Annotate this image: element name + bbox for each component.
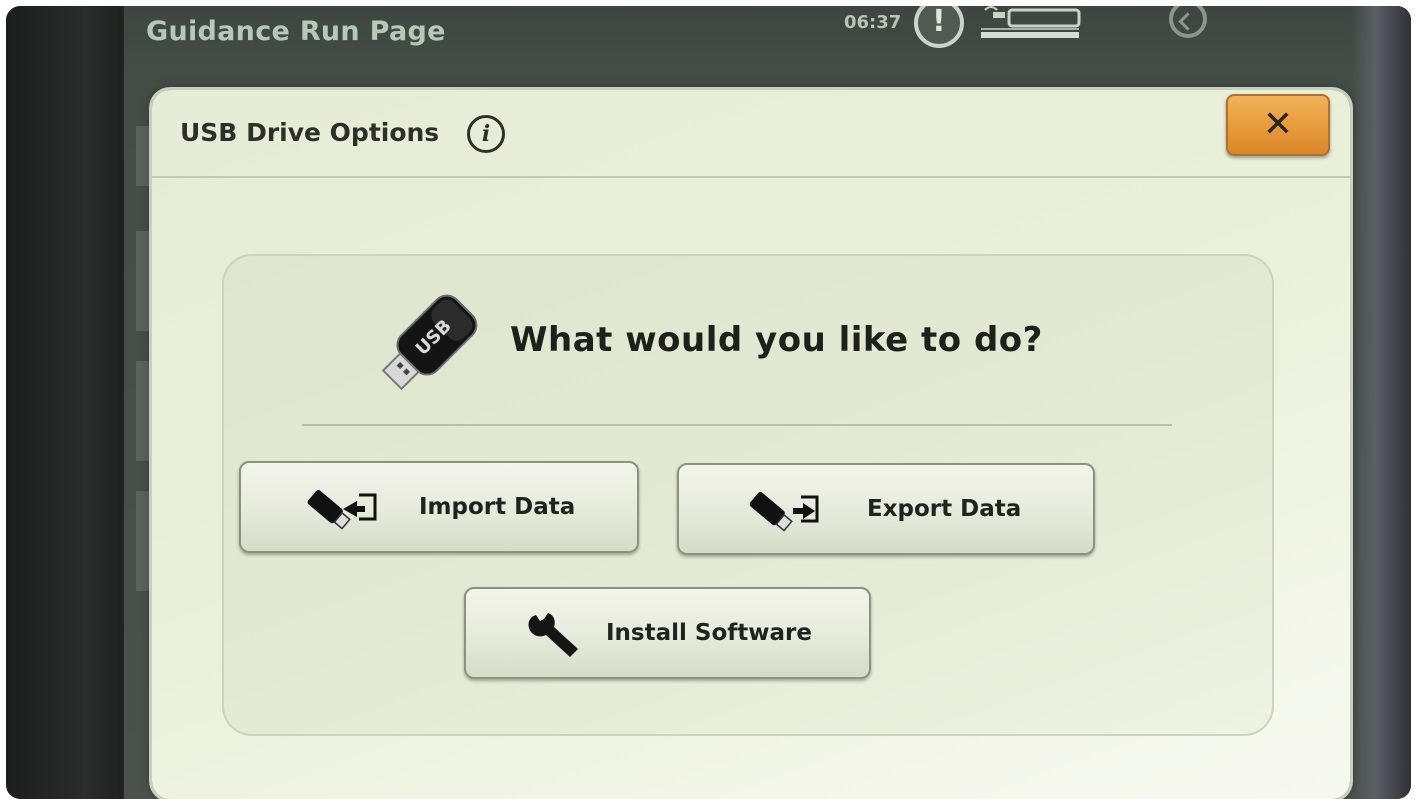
info-icon[interactable]: i: [467, 115, 505, 153]
close-button[interactable]: ✕: [1226, 94, 1330, 156]
install-software-button[interactable]: Install Software: [464, 587, 871, 679]
wrench-icon: [528, 613, 578, 657]
side-tab: [136, 491, 150, 591]
divider: [302, 424, 1172, 426]
clock: 06:37: [844, 12, 902, 33]
usb-export-icon: [749, 492, 819, 532]
usb-drive-options-dialog: USB Drive Options i ✕ USB What would you…: [152, 90, 1350, 799]
side-tab: [136, 361, 150, 461]
prompt-question: What would you like to do?: [510, 320, 1043, 360]
dialog-header: USB Drive Options i ✕: [152, 90, 1350, 178]
side-tab: [136, 231, 150, 331]
back-icon[interactable]: [1169, 6, 1207, 38]
screen-bezel-edge: [1351, 6, 1411, 799]
usb-import-icon: [307, 490, 377, 530]
export-data-label: Export Data: [867, 496, 1022, 522]
install-software-label: Install Software: [606, 620, 812, 646]
side-tab: [136, 126, 150, 186]
usb-drive-icon: USB: [381, 294, 478, 391]
top-bar: Guidance Run Page 06:37: [124, 6, 1411, 70]
import-data-label: Import Data: [419, 494, 576, 520]
close-icon: ✕: [1262, 104, 1294, 145]
gnss-status-icon[interactable]: [979, 6, 1085, 42]
import-data-button[interactable]: Import Data: [239, 461, 639, 553]
export-data-button[interactable]: Export Data: [677, 463, 1095, 555]
alert-icon[interactable]: [914, 6, 964, 48]
dialog-title: USB Drive Options: [180, 118, 440, 147]
page-title: Guidance Run Page: [146, 16, 446, 47]
